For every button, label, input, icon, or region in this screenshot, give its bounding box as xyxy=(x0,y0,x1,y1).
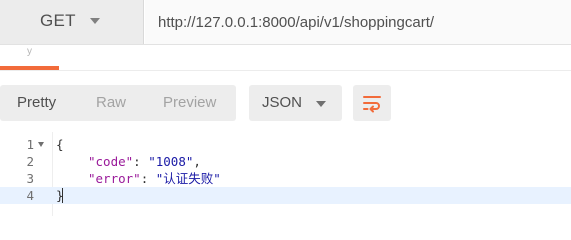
json-separator: : xyxy=(133,154,149,169)
code-line: 3 "error": "认证失败" xyxy=(0,170,571,187)
json-key: "error" xyxy=(88,171,141,186)
fold-caret-icon[interactable] xyxy=(38,142,44,147)
json-value: "认证失败" xyxy=(155,171,221,186)
chevron-down-icon xyxy=(316,101,326,107)
json-entry: "code": "1008", xyxy=(88,153,201,170)
json-key: "code" xyxy=(88,154,134,169)
json-entry: "error": "认证失败" xyxy=(88,170,221,187)
format-button-group: Pretty Raw Preview xyxy=(0,85,236,121)
line-number: 3 xyxy=(26,171,34,186)
response-toolbar: Pretty Raw Preview JSON xyxy=(0,70,571,132)
response-body-viewer[interactable]: 1 { 2 "code": "1008", 3 "error": "认证失败" … xyxy=(0,132,571,216)
json-separator: : xyxy=(140,171,156,186)
line-number: 2 xyxy=(26,154,34,169)
json-comma: , xyxy=(193,154,201,169)
wrap-lines-button[interactable] xyxy=(353,85,391,121)
chevron-down-icon xyxy=(90,18,100,24)
tab-label-fragment[interactable]: y xyxy=(27,46,32,57)
method-label: GET xyxy=(40,11,76,30)
language-select[interactable]: JSON xyxy=(249,85,342,121)
json-value: "1008" xyxy=(148,154,194,169)
code-line-active: 4 } xyxy=(0,187,571,204)
text-cursor xyxy=(62,188,63,203)
response-tab-strip: y xyxy=(0,44,571,70)
request-bar: GET xyxy=(0,0,571,44)
line-number: 1 xyxy=(26,137,34,152)
code-line: 2 "code": "1008", xyxy=(0,153,571,170)
preview-button[interactable]: Preview xyxy=(163,85,216,121)
wrap-lines-icon xyxy=(363,96,381,113)
open-brace: { xyxy=(56,137,64,152)
method-select[interactable]: GET xyxy=(0,0,144,44)
raw-button[interactable]: Raw xyxy=(96,85,126,121)
language-label: JSON xyxy=(262,94,303,111)
pretty-button[interactable]: Pretty xyxy=(17,85,56,121)
url-input[interactable] xyxy=(145,0,571,44)
code-line: 1 { xyxy=(0,136,571,153)
line-number: 4 xyxy=(26,188,34,203)
